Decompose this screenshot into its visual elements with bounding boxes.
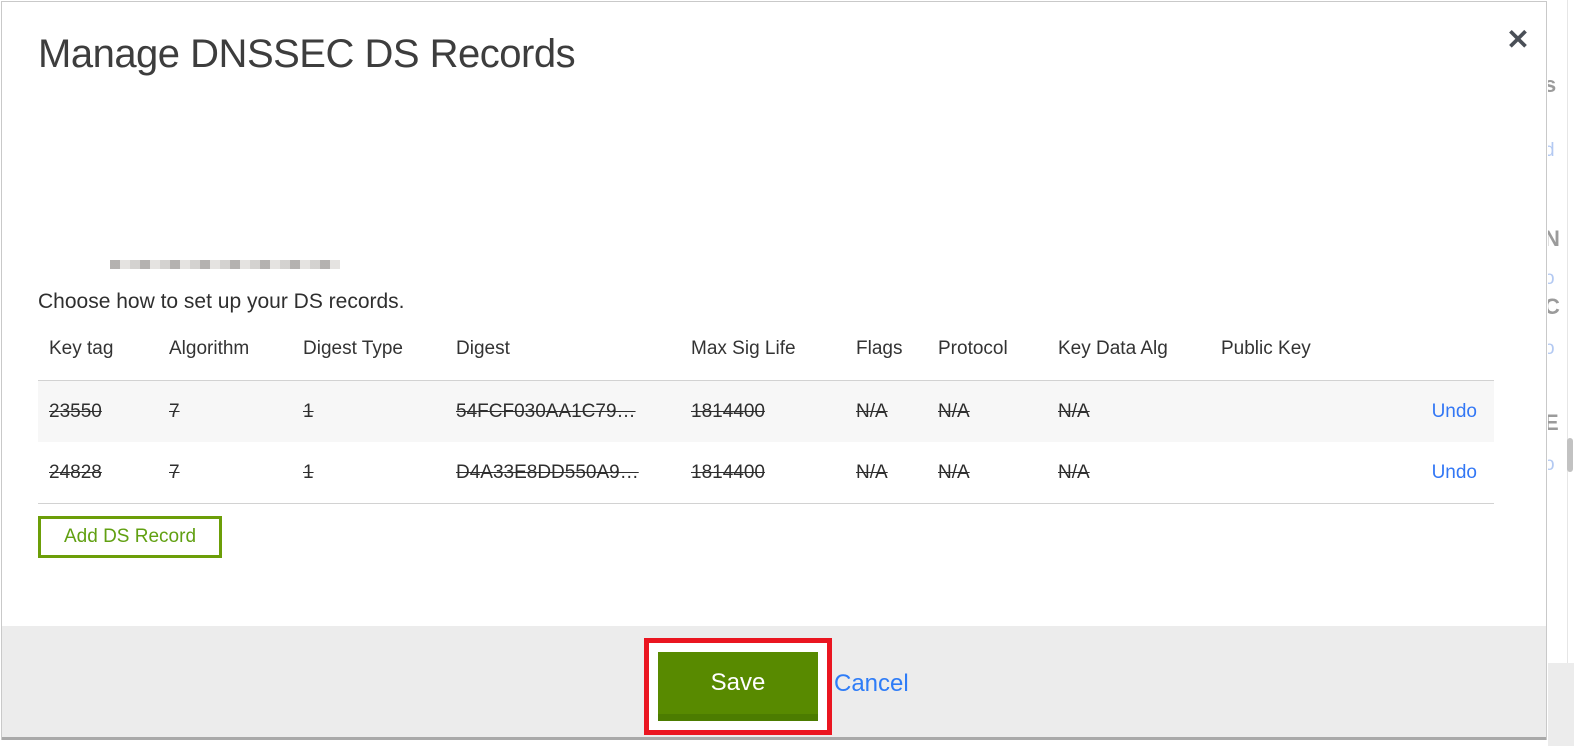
column-header: Protocol [938, 338, 1008, 359]
screen: sdNoCoEo Manage DNSSEC DS Records ✕ Choo… [0, 0, 1574, 746]
table-body: 23550 7 1 54FCF030AA1C79… 1814400 N/A N/A N/A Un… [38, 380, 1494, 504]
table-cell-action: Undo [1405, 462, 1494, 484]
subtitle-text: Choose how to set up your DS records. [38, 290, 405, 313]
scrollbar-track [1567, 0, 1568, 746]
background-text-fragment: C [1548, 294, 1560, 319]
table-cell: 1814400 [691, 400, 765, 422]
background-text-fragment: E [1548, 410, 1559, 435]
table-cell: 1814400 [691, 461, 765, 483]
background-text-fragment: d [1548, 140, 1555, 161]
background-text-fragment: s [1548, 72, 1557, 97]
add-ds-record-button[interactable]: Add DS Record [38, 516, 223, 558]
scrollbar-thumb[interactable] [1567, 438, 1573, 472]
table-cell: 1 [303, 400, 314, 422]
close-icon[interactable]: ✕ [1500, 22, 1536, 58]
table-cell: 54FCF030AA1C79… [456, 400, 636, 422]
background-text-fragment: o [1548, 338, 1555, 359]
table-header-row: Key tag Algorithm Digest Type Digest Max Sig… [38, 336, 1494, 380]
background-text-fragment: o [1548, 268, 1555, 289]
table-cell: N/A [856, 461, 888, 483]
column-header: Key tag [49, 338, 114, 359]
table-row: 23550 7 1 54FCF030AA1C79… 1814400 N/A N/A N/A Un… [38, 381, 1494, 442]
annotation-highlight-box: Save [644, 638, 832, 735]
ds-records-table: Key tag Algorithm Digest Type Digest Max Sig… [38, 336, 1494, 504]
cancel-link[interactable]: Cancel [834, 670, 909, 698]
table-cell: 7 [169, 461, 180, 483]
table-cell: 1 [303, 461, 314, 483]
undo-link[interactable]: Undo [1432, 401, 1477, 422]
column-header: Public Key [1221, 338, 1311, 359]
table-cell: N/A [856, 400, 888, 422]
background-text-fragment: o [1548, 454, 1555, 475]
table-cell: D4A33E8DD550A9… [456, 461, 639, 483]
dnssec-modal: Manage DNSSEC DS Records ✕ Choose how to… [1, 1, 1547, 740]
modal-footer: Save Cancel [2, 626, 1546, 740]
undo-link[interactable]: Undo [1432, 462, 1477, 483]
column-header: Digest [456, 338, 510, 359]
column-header: Max Sig Life [691, 338, 796, 359]
column-header: Key Data Alg [1058, 338, 1168, 359]
table-cell: 24828 [49, 461, 102, 483]
table-cell: N/A [1058, 461, 1090, 483]
background-footer-strip [1548, 663, 1574, 746]
column-header-actions [1405, 336, 1494, 380]
page-title: Manage DNSSEC DS Records [38, 32, 576, 76]
table-cell: 23550 [49, 400, 102, 422]
table-cell: N/A [938, 400, 970, 422]
background-text-fragment: N [1548, 226, 1560, 251]
table-cell: N/A [1058, 400, 1090, 422]
column-header: Flags [856, 338, 903, 359]
table-cell: N/A [938, 461, 970, 483]
table-cell-action: Undo [1405, 401, 1494, 423]
table-row: 24828 7 1 D4A33E8DD550A9… 1814400 N/A N/A N/A Un… [38, 442, 1494, 503]
redacted-domain-name [38, 228, 396, 269]
background-page-sliver: sdNoCoEo [1548, 0, 1574, 746]
table-cell: 7 [169, 400, 180, 422]
save-button[interactable]: Save [658, 652, 818, 721]
column-header: Algorithm [169, 338, 250, 359]
column-header: Digest Type [303, 338, 403, 359]
